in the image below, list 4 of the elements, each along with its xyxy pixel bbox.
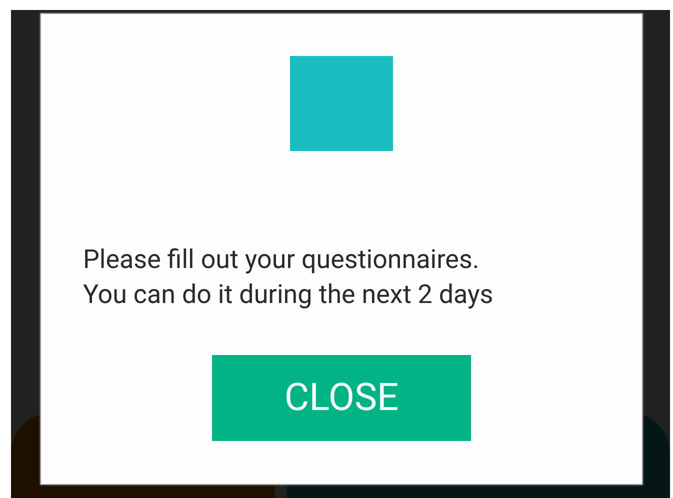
square-icon [290,56,393,151]
close-button[interactable]: CLOSE [212,355,471,441]
message-text: Please fill out your questionnaires. [83,244,480,277]
message-text: You can do it during the next 2 days [83,279,494,312]
